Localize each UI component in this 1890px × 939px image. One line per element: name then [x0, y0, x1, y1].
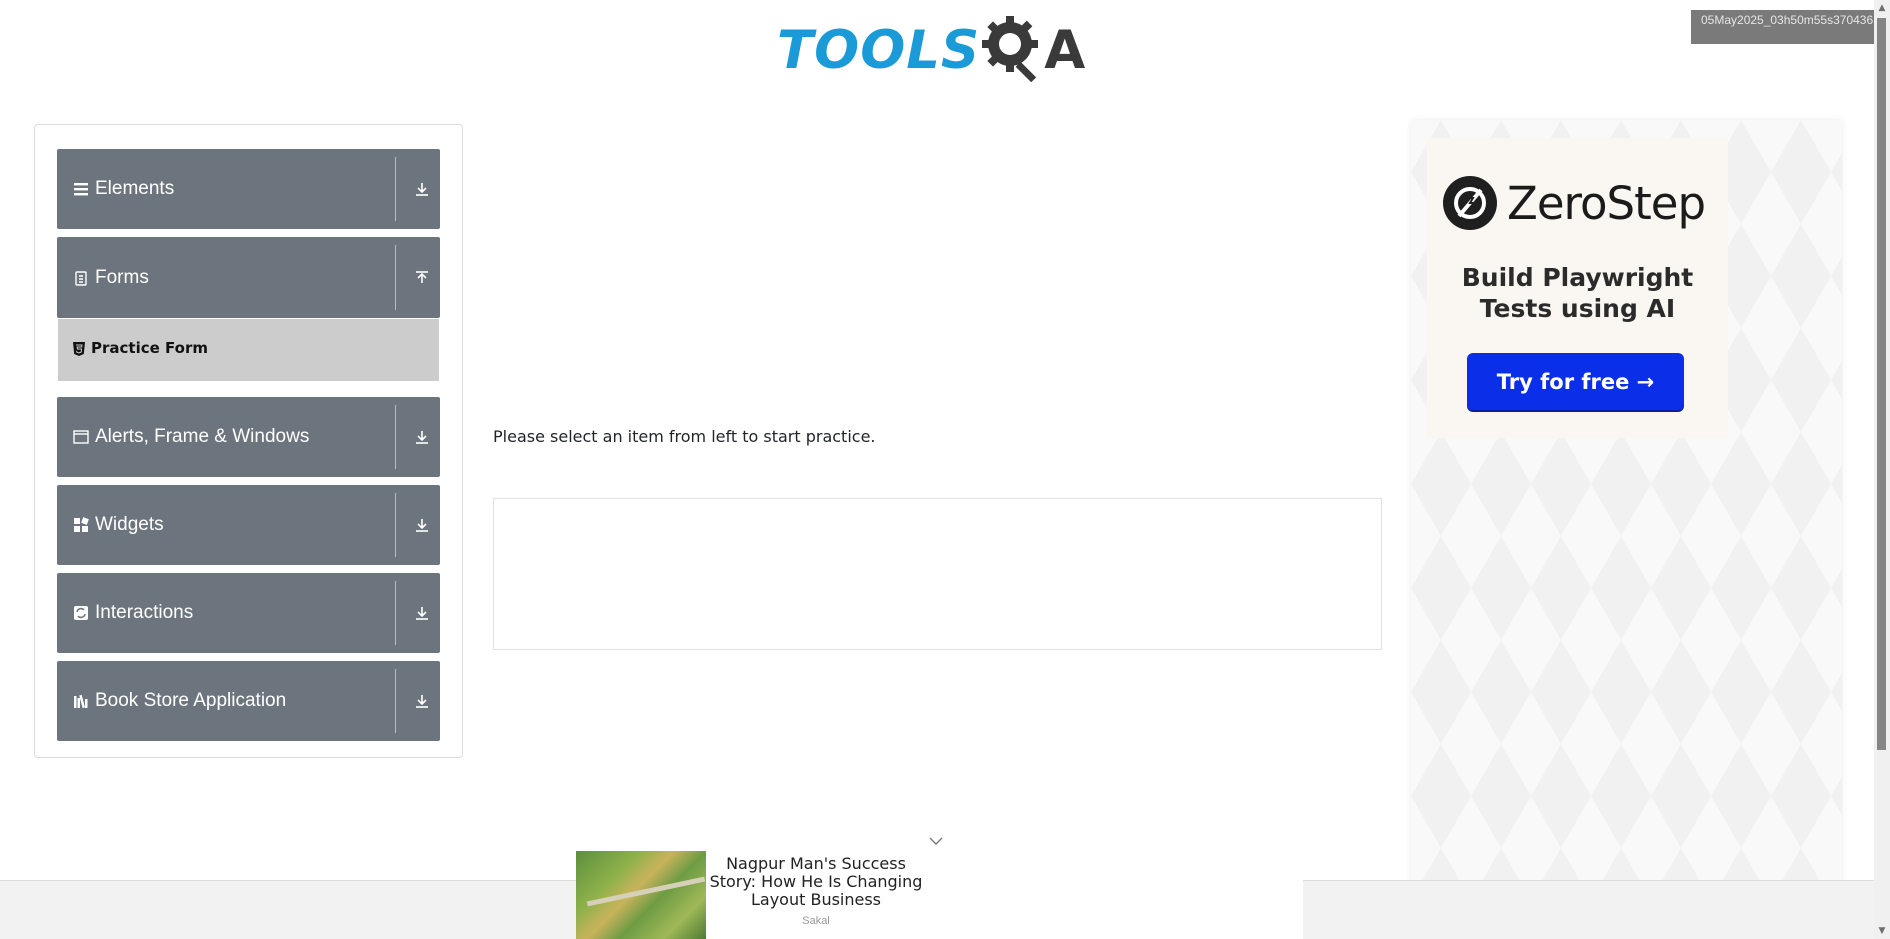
zerostep-ad[interactable]: ZeroStep Build Playwright Tests using AI… — [1427, 138, 1728, 438]
sidebar-group-forms[interactable]: Forms — [57, 237, 440, 318]
bottom-news-ad[interactable]: Nagpur Man's Success Story: How He Is Ch… — [576, 851, 1303, 939]
vertical-scrollbar[interactable]: ▲ ▼ — [1874, 0, 1890, 939]
ad-headline-line1: Build Playwright — [1461, 263, 1694, 292]
timestamp-overlay: 05May2025_03h50m55s370436 — [1691, 10, 1886, 44]
scroll-up-arrow-icon[interactable]: ▲ — [1874, 0, 1890, 16]
logo-suffix: A — [1044, 19, 1086, 81]
ad-headline: Build Playwright Tests using AI — [1427, 262, 1728, 324]
window-icon — [73, 430, 89, 444]
divider — [395, 405, 396, 469]
sidebar-group-label: Elements — [95, 178, 175, 199]
list-icon — [74, 183, 88, 196]
sidebar-group-interactions[interactable]: Interactions — [57, 573, 440, 653]
chevron-down-icon[interactable] — [928, 835, 944, 847]
download-arrow-icon — [416, 431, 428, 444]
divider — [395, 581, 396, 645]
download-arrow-icon — [416, 607, 428, 620]
sidebar-group-label: Book Store Application — [95, 690, 287, 711]
gear-magnifier-icon — [982, 16, 1039, 83]
left-panel: Elements Forms Practice Form Alerts, Fra… — [34, 124, 463, 758]
zerostep-logo: ZeroStep — [1443, 176, 1706, 230]
ad-headline-line2: Tests using AI — [1479, 294, 1676, 323]
sidebar-group-label: Widgets — [95, 514, 164, 535]
sidebar-group-alerts[interactable]: Alerts, Frame & Windows — [57, 397, 440, 477]
divider — [395, 493, 396, 557]
sidebar-group-label: Interactions — [95, 602, 194, 623]
zerostep-brand: ZeroStep — [1507, 176, 1706, 230]
download-arrow-icon — [416, 183, 428, 196]
html5-icon — [73, 342, 85, 356]
sidebar-group-book-store[interactable]: Book Store Application — [57, 661, 440, 741]
clipboard-icon — [75, 270, 87, 286]
header: TOOLS A — [0, 0, 1870, 100]
zerostep-logo-icon — [1443, 176, 1497, 230]
divider — [395, 245, 396, 310]
sidebar-group-elements[interactable]: Elements — [57, 149, 440, 229]
ad-thumbnail-image — [576, 851, 706, 939]
interactions-icon — [74, 606, 88, 620]
download-arrow-icon — [416, 519, 428, 532]
logo-text: TOOLS — [777, 19, 981, 81]
upload-arrow-icon — [416, 270, 428, 283]
practice-prompt-text: Please select an item from left to start… — [493, 427, 876, 446]
divider — [395, 157, 396, 221]
divider — [395, 669, 396, 733]
sidebar-item-label: Practice Form — [91, 339, 208, 357]
sidebar-group-label: Forms — [95, 266, 149, 288]
sidebar-group-widgets[interactable]: Widgets — [57, 485, 440, 565]
toolsqa-logo[interactable]: TOOLS A — [777, 14, 1085, 86]
sidebar-group-label: Alerts, Frame & Windows — [95, 426, 310, 447]
widgets-icon — [74, 517, 89, 532]
ad-news-title: Nagpur Man's Success Story: How He Is Ch… — [709, 854, 923, 909]
sidebar-item-practice-form[interactable]: Practice Form — [58, 319, 439, 381]
content-placeholder-box — [493, 498, 1382, 650]
scroll-thumb[interactable] — [1877, 18, 1886, 750]
download-arrow-icon — [416, 695, 428, 708]
scroll-down-arrow-icon[interactable]: ▼ — [1874, 923, 1890, 939]
ad-news-source: Sakal — [802, 915, 830, 927]
books-icon — [74, 694, 88, 709]
try-for-free-button[interactable]: Try for free → — [1467, 353, 1684, 410]
